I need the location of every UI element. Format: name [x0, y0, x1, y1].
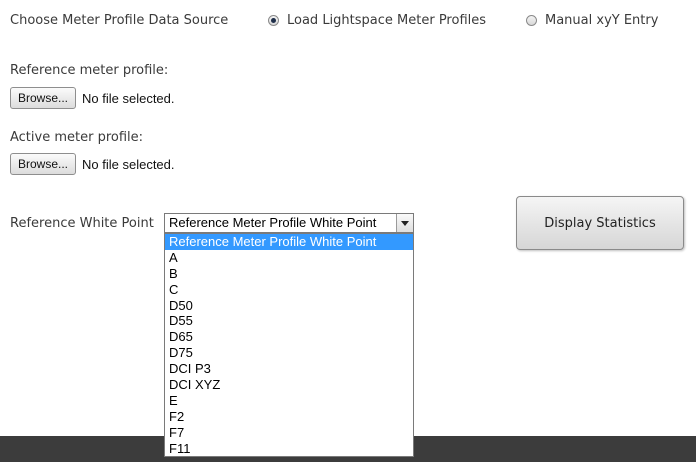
dropdown-option[interactable]: B [165, 266, 413, 282]
dropdown-option[interactable]: E [165, 393, 413, 409]
dropdown-option[interactable]: D55 [165, 313, 413, 329]
dropdown-option[interactable]: D50 [165, 298, 413, 314]
dropdown-option[interactable]: DCI XYZ [165, 377, 413, 393]
data-source-label: Choose Meter Profile Data Source [10, 13, 229, 28]
active-file-status: No file selected. [82, 156, 175, 172]
radio-checked-icon[interactable] [268, 15, 279, 26]
display-statistics-button[interactable]: Display Statistics [516, 196, 684, 250]
dropdown-option[interactable]: F2 [165, 409, 413, 425]
reference-profile-label: Reference meter profile: [10, 63, 169, 78]
reference-profile-file-input[interactable]: Browse... No file selected. [10, 87, 175, 109]
dropdown-option[interactable]: F11 [165, 441, 413, 457]
reference-browse-button[interactable]: Browse... [10, 87, 77, 109]
active-profile-file-input[interactable]: Browse... No file selected. [10, 153, 175, 175]
dropdown-option[interactable]: F7 [165, 425, 413, 441]
white-point-label: Reference White Point [10, 216, 154, 231]
radio-load-lightspace[interactable]: Load Lightspace Meter Profiles [268, 13, 486, 28]
white-point-dropdown-list: Reference Meter Profile White Point A B C D5… [164, 233, 414, 458]
active-profile-label: Active meter profile: [10, 130, 144, 145]
dropdown-option[interactable]: D75 [165, 345, 413, 361]
dropdown-option[interactable]: A [165, 250, 413, 266]
radio-label-load-lightspace: Load Lightspace Meter Profiles [287, 13, 487, 28]
radio-manual-xyy[interactable]: Manual xyY Entry [526, 13, 658, 28]
radio-unchecked-icon[interactable] [526, 15, 537, 26]
dropdown-option[interactable]: Reference Meter Profile White Point [165, 234, 413, 250]
reference-file-status: No file selected. [82, 90, 175, 106]
white-point-select[interactable]: Reference Meter Profile White Point [164, 213, 414, 233]
white-point-selected-value: Reference Meter Profile White Point [169, 215, 377, 230]
chevron-down-icon[interactable] [396, 214, 413, 232]
dropdown-option[interactable]: C [165, 282, 413, 298]
dropdown-option[interactable]: DCI P3 [165, 361, 413, 377]
dropdown-option[interactable]: D65 [165, 329, 413, 345]
active-browse-button[interactable]: Browse... [10, 153, 77, 175]
radio-label-manual-xyy: Manual xyY Entry [545, 13, 659, 28]
